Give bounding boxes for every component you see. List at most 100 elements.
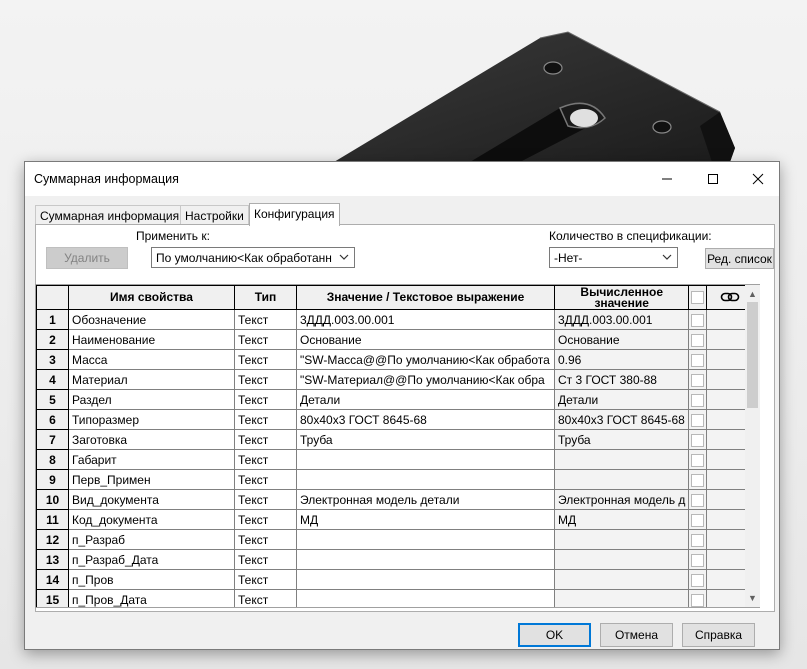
delete-button[interactable]: Удалить: [46, 247, 128, 269]
tab-settings[interactable]: Настройки: [180, 205, 249, 225]
property-type-cell[interactable]: Текст: [234, 449, 297, 470]
link-checkbox[interactable]: [691, 373, 705, 387]
property-value-cell[interactable]: 80x40x3 ГОСТ 8645-68: [296, 409, 555, 430]
link-checkbox[interactable]: [691, 513, 705, 527]
property-value-cell[interactable]: 3ДДД.003.00.001: [296, 309, 555, 330]
table-row[interactable]: 7 Заготовка Текст Труба Труба: [36, 429, 754, 450]
property-type-cell[interactable]: Текст: [234, 569, 297, 590]
property-name-cell[interactable]: Материал: [68, 369, 235, 390]
property-type-cell[interactable]: Текст: [234, 429, 297, 450]
table-row[interactable]: 15 п_Пров_Дата Текст: [36, 589, 754, 607]
property-name-cell[interactable]: Типоразмер: [68, 409, 235, 430]
table-row[interactable]: 4 Материал Текст "SW-Материал@@По умолчанию…: [36, 369, 754, 390]
table-row[interactable]: 8 Габарит Текст: [36, 449, 754, 470]
property-name-cell[interactable]: п_Пров: [68, 569, 235, 590]
link-checkbox[interactable]: [691, 393, 705, 407]
ok-button[interactable]: OK: [518, 623, 591, 647]
property-type-cell[interactable]: Текст: [234, 309, 297, 330]
link-checkbox[interactable]: [691, 453, 705, 467]
property-value-cell[interactable]: Труба: [296, 429, 555, 450]
property-name-cell[interactable]: Раздел: [68, 389, 235, 410]
property-type-cell[interactable]: Текст: [234, 589, 297, 607]
scroll-down-arrow-icon[interactable]: ▼: [748, 593, 757, 603]
link-checkbox[interactable]: [691, 473, 705, 487]
link-checkbox[interactable]: [691, 413, 705, 427]
property-name-cell[interactable]: Наименование: [68, 329, 235, 350]
row-number: 10: [36, 489, 69, 510]
property-value-cell[interactable]: Детали: [296, 389, 555, 410]
link-checkbox[interactable]: [691, 573, 705, 587]
link-checkbox[interactable]: [691, 553, 705, 567]
property-type-cell[interactable]: Текст: [234, 489, 297, 510]
tab-configuration[interactable]: Конфигурация: [249, 203, 340, 226]
table-row[interactable]: 11 Код_документа Текст МД МД: [36, 509, 754, 530]
property-name-cell[interactable]: Перв_Примен: [68, 469, 235, 490]
link-checkbox[interactable]: [691, 333, 705, 347]
title-bar: Суммарная информация: [25, 162, 779, 196]
property-value-cell[interactable]: МД: [296, 509, 555, 530]
minimize-button[interactable]: [644, 162, 690, 196]
select-all-checkbox[interactable]: [691, 291, 705, 304]
property-type-cell[interactable]: Текст: [234, 349, 297, 370]
col-header-value[interactable]: Значение / Текстовое выражение: [296, 285, 555, 310]
property-type-cell[interactable]: Текст: [234, 549, 297, 570]
cancel-button[interactable]: Отмена: [600, 623, 673, 647]
property-value-cell[interactable]: Основание: [296, 329, 555, 350]
tab-summary-info[interactable]: Суммарная информация: [35, 205, 185, 225]
property-type-cell[interactable]: Текст: [234, 369, 297, 390]
table-row[interactable]: 6 Типоразмер Текст 80x40x3 ГОСТ 8645-68 80x4…: [36, 409, 754, 430]
link-checkbox[interactable]: [691, 533, 705, 547]
scroll-up-arrow-icon[interactable]: ▲: [748, 289, 757, 299]
property-name-cell[interactable]: Масса: [68, 349, 235, 370]
property-name-cell[interactable]: Вид_документа: [68, 489, 235, 510]
property-value-cell[interactable]: [296, 469, 555, 490]
col-header-calculated[interactable]: Вычисленное значение: [553, 285, 690, 310]
col-header-checkbox[interactable]: [688, 285, 708, 310]
close-button[interactable]: [735, 162, 781, 196]
property-type-cell[interactable]: Текст: [234, 509, 297, 530]
help-button[interactable]: Справка: [682, 623, 755, 647]
property-type-cell[interactable]: Текст: [234, 529, 297, 550]
table-row[interactable]: 5 Раздел Текст Детали Детали: [36, 389, 754, 410]
property-name-cell[interactable]: Заготовка: [68, 429, 235, 450]
table-row[interactable]: 13 п_Разраб_Дата Текст: [36, 549, 754, 570]
link-checkbox[interactable]: [691, 593, 705, 607]
grid-scrollbar[interactable]: ▲ ▼: [745, 285, 760, 607]
col-header-type[interactable]: Тип: [234, 285, 297, 310]
link-checkbox[interactable]: [691, 313, 705, 327]
property-value-cell[interactable]: [296, 449, 555, 470]
property-type-cell[interactable]: Текст: [234, 329, 297, 350]
property-value-cell[interactable]: [296, 529, 555, 550]
property-name-cell[interactable]: п_Разраб: [68, 529, 235, 550]
quantity-select[interactable]: -Нет-: [549, 247, 678, 268]
property-type-cell[interactable]: Текст: [234, 469, 297, 490]
property-name-cell[interactable]: п_Разраб_Дата: [68, 549, 235, 570]
property-value-cell[interactable]: "SW-Масса@@По умолчанию<Как обработа: [296, 349, 555, 370]
property-name-cell[interactable]: п_Пров_Дата: [68, 589, 235, 607]
apply-to-select[interactable]: По умолчанию<Как обработанн: [151, 247, 355, 268]
scroll-thumb[interactable]: [747, 302, 758, 408]
property-value-cell[interactable]: [296, 549, 555, 570]
property-type-cell[interactable]: Текст: [234, 389, 297, 410]
link-checkbox[interactable]: [691, 433, 705, 447]
table-row[interactable]: 12 п_Разраб Текст: [36, 529, 754, 550]
table-row[interactable]: 10 Вид_документа Текст Электронная модель д…: [36, 489, 754, 510]
link-checkbox[interactable]: [691, 493, 705, 507]
edit-list-button[interactable]: Ред. список: [705, 248, 774, 269]
table-row[interactable]: 3 Масса Текст "SW-Масса@@По умолчанию<Как о…: [36, 349, 754, 370]
link-checkbox[interactable]: [691, 353, 705, 367]
table-row[interactable]: 9 Перв_Примен Текст: [36, 469, 754, 490]
table-row[interactable]: 14 п_Пров Текст: [36, 569, 754, 590]
col-header-name[interactable]: Имя свойства: [68, 285, 235, 310]
property-value-cell[interactable]: "SW-Материал@@По умолчанию<Как обра: [296, 369, 555, 390]
property-value-cell[interactable]: Электронная модель детали: [296, 489, 555, 510]
maximize-button[interactable]: [690, 162, 736, 196]
property-name-cell[interactable]: Габарит: [68, 449, 235, 470]
table-row[interactable]: 1 Обозначение Текст 3ДДД.003.00.001 3ДДД.003…: [36, 309, 754, 330]
property-name-cell[interactable]: Код_документа: [68, 509, 235, 530]
property-name-cell[interactable]: Обозначение: [68, 309, 235, 330]
property-value-cell[interactable]: [296, 569, 555, 590]
property-type-cell[interactable]: Текст: [234, 409, 297, 430]
table-row[interactable]: 2 Наименование Текст Основание Основание: [36, 329, 754, 350]
property-value-cell[interactable]: [296, 589, 555, 607]
